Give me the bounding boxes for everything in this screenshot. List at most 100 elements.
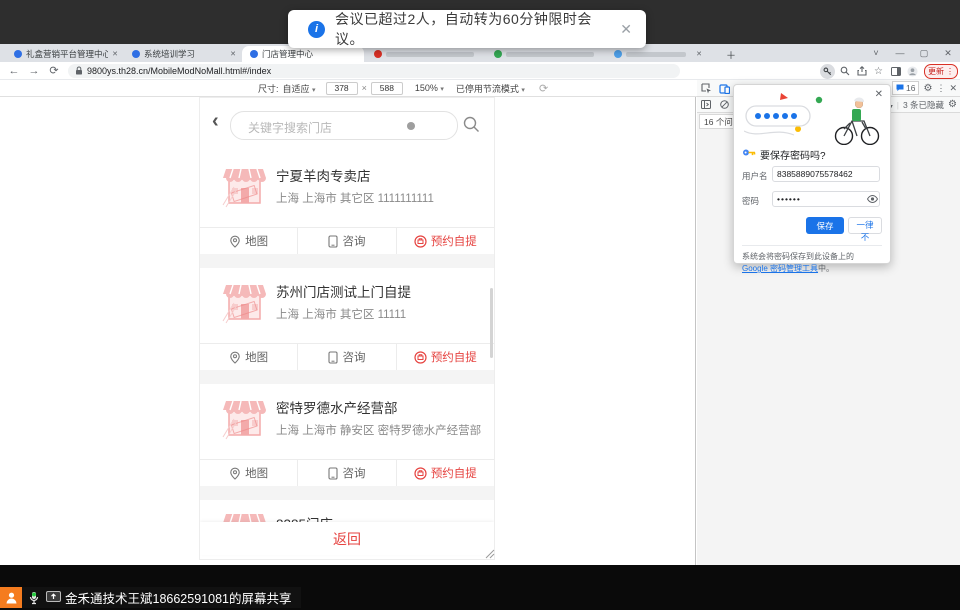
return-button[interactable]: 返回 <box>200 522 494 555</box>
card-divider <box>200 486 494 500</box>
never-save-button[interactable]: 一律不 <box>848 217 882 234</box>
forward-button[interactable]: → <box>24 65 44 77</box>
tab-close-icon[interactable]: ✕ <box>112 50 118 58</box>
map-label: 地图 <box>245 349 268 365</box>
inspect-icon <box>701 83 712 94</box>
maximize-button[interactable]: ▢ <box>912 48 936 59</box>
side-panel-icon <box>891 67 901 76</box>
toast-close-button[interactable]: ✕ <box>620 21 632 38</box>
map-pin-icon <box>229 351 241 364</box>
map-button[interactable]: 地图 <box>200 344 297 370</box>
zoom-dropdown[interactable]: 150% ▾ <box>415 83 444 93</box>
tab-search-chevron-icon[interactable]: ˅ <box>864 48 888 58</box>
map-button[interactable]: 地图 <box>200 460 297 486</box>
store-card[interactable]: 宁夏羊肉专卖店 上海 上海市 其它区 1111111111 地图 <box>200 152 494 254</box>
minimize-button[interactable]: — <box>888 48 912 58</box>
close-window-button[interactable]: ✕ <box>936 48 960 59</box>
viewport-height-input[interactable] <box>371 82 403 95</box>
phone-icon <box>328 351 338 364</box>
device-toolbar-toggle[interactable] <box>715 83 733 94</box>
storefront-icon <box>220 161 269 210</box>
store-card[interactable]: 密特罗德水产经营部 上海 上海市 静安区 密特罗德水产经营部 地图 <box>200 384 494 486</box>
tab-label: 系统培训学习 <box>144 48 226 60</box>
console-messages-chip[interactable]: 16 <box>892 81 919 95</box>
store-address: 上海 上海市 其它区 1111111111 <box>276 190 434 206</box>
devtools-settings-button[interactable]: ⚙ <box>923 83 932 94</box>
bookmark-button[interactable]: ☆ <box>870 63 887 79</box>
return-label: 返回 <box>333 529 361 549</box>
multiply-sign: × <box>362 83 367 93</box>
back-button[interactable]: ← <box>4 65 24 77</box>
consult-button[interactable]: 咨询 <box>297 228 395 254</box>
back-chevron-icon[interactable]: ‹ <box>212 110 219 133</box>
browser-toolbar: ← → ⟳ 9800ys.th28.cn/MobileModNoMall.htm… <box>0 62 960 80</box>
store-actions: 地图 咨询 <box>200 343 494 370</box>
console-settings-button[interactable]: ⚙ <box>948 99 957 110</box>
store-actions: 地图 咨询 <box>200 227 494 254</box>
tab-close-icon[interactable]: ✕ <box>230 50 236 58</box>
new-tab-button[interactable]: ＋ <box>722 46 740 62</box>
share-text: 金禾通技术王斌18662591081的屏幕共享 <box>65 588 291 607</box>
inspect-element-button[interactable] <box>697 83 715 94</box>
tab-favicon <box>614 50 622 58</box>
tab-favicon <box>494 50 502 58</box>
consult-button[interactable]: 咨询 <box>297 344 395 370</box>
dialog-title: 要保存密码吗? <box>760 147 826 162</box>
size-mode-dropdown[interactable]: 自适应 ▾ <box>283 82 316 95</box>
viewport-width-input[interactable] <box>326 82 358 95</box>
phone-icon <box>328 467 338 480</box>
pickup-button[interactable]: 预约自提 <box>396 228 494 254</box>
save-password-button[interactable]: 保存 <box>806 217 844 234</box>
profile-avatar[interactable] <box>904 63 921 79</box>
rotate-button[interactable]: ⟳ <box>539 82 548 95</box>
consult-button[interactable]: 咨询 <box>297 460 395 486</box>
tab-label: 礼盒营销平台管理中心 <box>26 48 108 60</box>
password-manager-link[interactable]: Google 密码管理工具 <box>742 264 818 273</box>
side-panel-button[interactable] <box>887 63 904 79</box>
resize-grip[interactable] <box>484 548 495 559</box>
size-label: 尺寸: <box>258 82 279 95</box>
devtools-close-button[interactable]: ✕ <box>949 83 957 94</box>
tab-close-icon[interactable]: ✕ <box>696 50 702 58</box>
viewport-scrollbar[interactable] <box>490 288 493 358</box>
chrome-update-chip[interactable]: 更新 ⋮ <box>924 64 958 79</box>
password-key-button[interactable] <box>819 63 836 79</box>
menu-kebab-icon[interactable]: ⋮ <box>946 67 954 76</box>
store-card[interactable]: 苏州门店测试上门自提 上海 上海市 其它区 11111 地图 <box>200 268 494 370</box>
lock-icon <box>75 66 83 75</box>
console-sidebar-button[interactable] <box>697 100 715 109</box>
clear-icon <box>720 100 729 109</box>
store-search-input[interactable]: 关键字搜索门店 <box>230 111 458 140</box>
store-search-header: ‹ 关键字搜索门店 <box>200 98 494 152</box>
share-button[interactable] <box>853 63 870 79</box>
tab-partial-3[interactable]: ✕ <box>606 46 706 62</box>
save-password-dialog: ✕ 要保存密码吗? 用户名 密码 <box>733 84 891 264</box>
store-name: 苏州门店测试上门自提 <box>276 281 411 301</box>
pickup-label: 预约自提 <box>431 233 477 249</box>
clear-console-button[interactable] <box>715 100 733 109</box>
window-controls: ˅ — ▢ ✕ <box>864 44 960 62</box>
screen-share-bar: 金禾通技术王斌18662591081的屏幕共享 <box>0 587 301 608</box>
consult-label: 咨询 <box>342 233 365 249</box>
tab-training[interactable]: 系统培训学习 ✕ <box>124 46 240 62</box>
map-button[interactable]: 地图 <box>200 228 297 254</box>
pickup-button[interactable]: 预约自提 <box>396 344 494 370</box>
username-input[interactable] <box>772 166 880 182</box>
storefront-icon <box>220 277 269 326</box>
show-password-eye-icon[interactable] <box>867 195 878 203</box>
search-icon[interactable] <box>463 116 480 133</box>
screen: 礼盒营销平台管理中心 ✕ 系统培训学习 ✕ 门店管理中心 <box>0 0 960 610</box>
address-bar[interactable]: 9800ys.th28.cn/MobileModNoMall.html#/ind… <box>68 64 680 78</box>
pickup-button[interactable]: 预约自提 <box>396 460 494 486</box>
zoom-button[interactable] <box>836 63 853 79</box>
reload-button[interactable]: ⟳ <box>44 64 64 77</box>
tab-label: 门店管理中心 <box>262 48 360 60</box>
password-input[interactable] <box>772 191 880 207</box>
devtools-menu-button[interactable]: ⋮ <box>936 83 945 94</box>
map-label: 地图 <box>245 233 268 249</box>
throttle-dropdown[interactable]: 已停用节流模式 ▾ <box>456 82 525 95</box>
microphone-icon <box>28 591 40 605</box>
mobile-viewport: ‹ 关键字搜索门店 <box>200 98 494 559</box>
tab-favicon <box>250 50 258 58</box>
tab-gift-platform[interactable]: 礼盒营销平台管理中心 ✕ <box>6 46 122 62</box>
